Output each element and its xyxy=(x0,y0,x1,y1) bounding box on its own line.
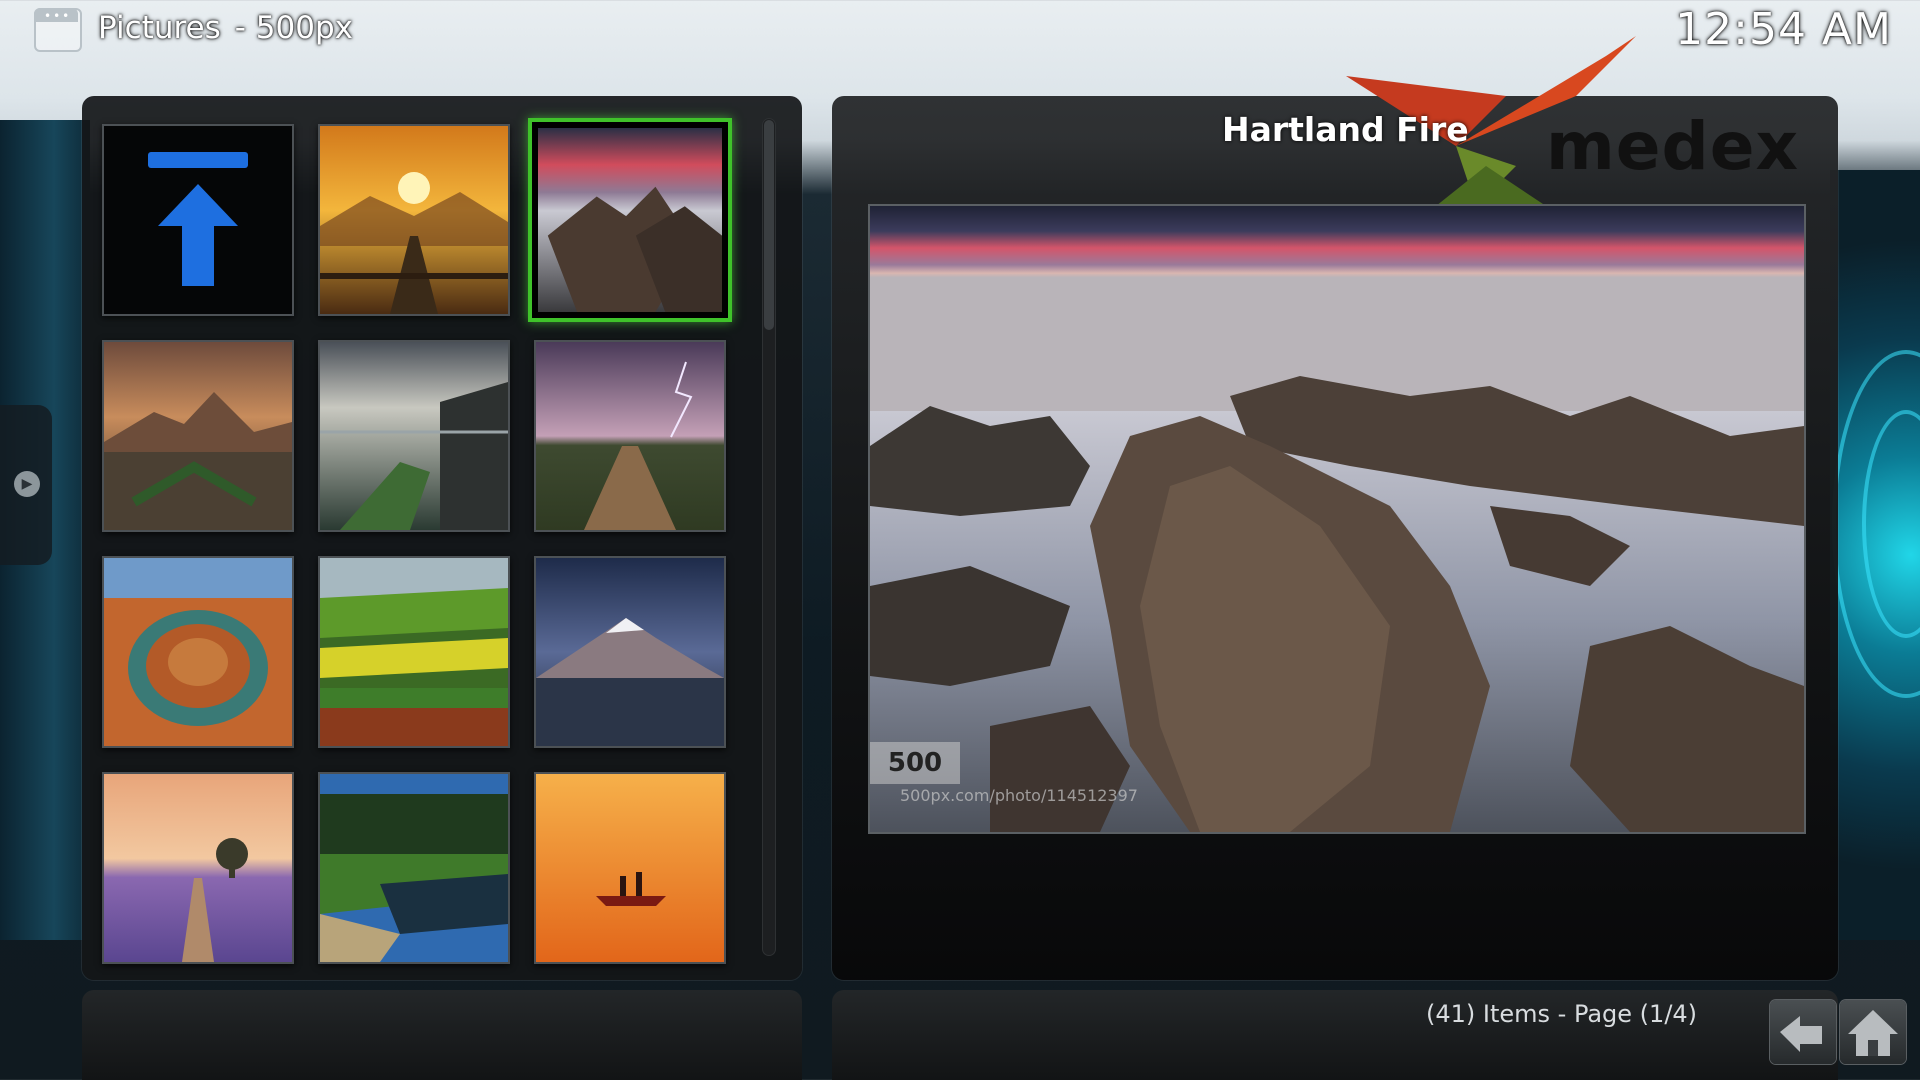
photo-tile-hartland-fire[interactable] xyxy=(528,118,732,322)
500px-watermark: 500 xyxy=(870,742,960,784)
thumbnail-image xyxy=(104,558,292,746)
skin-logo-text: medex xyxy=(1546,108,1800,185)
thumbnail-image xyxy=(536,558,724,746)
preview-image xyxy=(868,204,1806,834)
thumbnail-image xyxy=(320,774,508,962)
scrollbar-thumb[interactable] xyxy=(764,120,774,330)
thumbnail-grid xyxy=(102,118,742,972)
thumbnail-image xyxy=(104,342,292,530)
kodi-window-icon: ••• xyxy=(34,8,82,52)
parent-folder-tile[interactable] xyxy=(102,124,294,316)
chevron-right-icon: ▶ xyxy=(14,471,40,497)
thumbnail-image xyxy=(320,558,508,746)
header-title: Pictures - 500px xyxy=(98,10,353,46)
thumbnail-image xyxy=(538,128,722,312)
photo-tile-horseshoe-bend[interactable] xyxy=(102,556,294,748)
addon-label: - 500px xyxy=(234,10,353,46)
photo-tile-orange-lake-boat[interactable] xyxy=(534,772,726,964)
thumbnail-image xyxy=(536,774,724,962)
photo-tile-snowy-mountain-night[interactable] xyxy=(534,556,726,748)
home-button[interactable] xyxy=(1840,1000,1906,1064)
up-arrow-icon xyxy=(104,126,292,314)
thumbnail-image xyxy=(104,774,292,962)
side-menu-toggle[interactable]: ▶ xyxy=(0,405,52,565)
photo-tile-lavender-field-tree[interactable] xyxy=(102,772,294,964)
footer-left xyxy=(82,990,802,1080)
scrollbar[interactable] xyxy=(762,118,776,956)
photo-tile-rocky-coast-stream[interactable] xyxy=(318,340,510,532)
thumbnail-image xyxy=(536,342,724,530)
photo-tile-lightning-road[interactable] xyxy=(534,340,726,532)
photo-source-url: 500px.com/photo/114512397 xyxy=(900,786,1138,805)
photo-tile-mountain-lake-reflection[interactable] xyxy=(102,340,294,532)
photo-tile-sunset-pier[interactable] xyxy=(318,124,510,316)
back-button[interactable] xyxy=(1770,1000,1836,1064)
thumbnail-image xyxy=(320,126,508,314)
photo-tile-green-fields[interactable] xyxy=(318,556,510,748)
background-right-art xyxy=(1830,170,1920,940)
photo-tile-forest-river[interactable] xyxy=(318,772,510,964)
section-label: Pictures xyxy=(98,10,221,46)
thumbnail-image xyxy=(320,342,508,530)
items-count-label: (41) Items - Page (1/4) xyxy=(1426,1000,1698,1028)
back-arrow-icon xyxy=(1780,1016,1822,1052)
preview-title: Hartland Fire xyxy=(1222,110,1469,149)
home-icon xyxy=(1848,1010,1898,1056)
